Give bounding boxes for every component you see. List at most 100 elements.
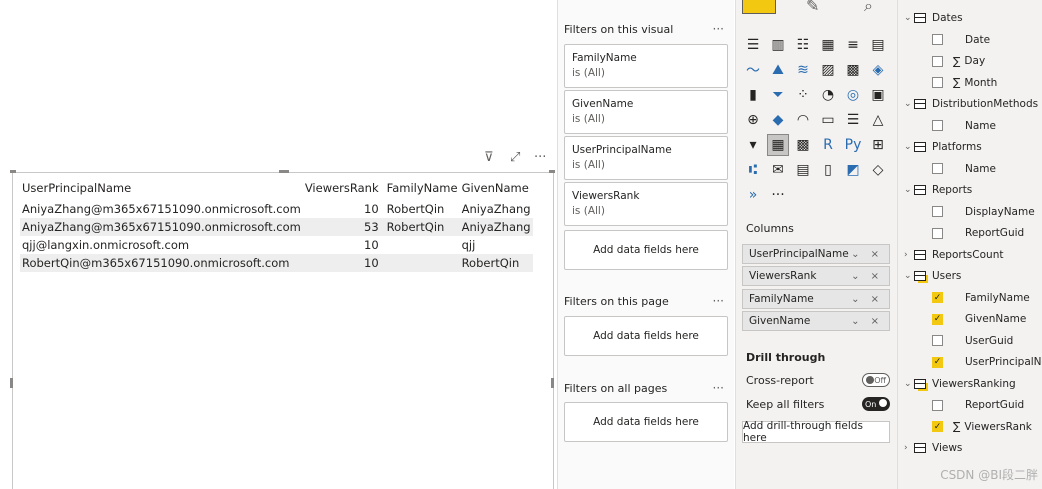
filter-icon[interactable]: ⊽ [484,150,494,165]
key-influencers-icon[interactable]: ⊞ [867,134,889,156]
filled-map-icon[interactable]: ◆ [767,109,789,131]
matrix-icon[interactable]: ▩ [792,134,814,156]
smart-narrative-icon[interactable]: ▤ [792,159,814,181]
resize-handle-right[interactable] [551,378,554,388]
chevron-right-icon[interactable]: › [904,250,914,260]
field-item[interactable]: UserGuid [932,332,1013,350]
field-item[interactable]: DisplayName [932,203,1035,221]
column-well-familyname[interactable]: FamilyName ⌄ × [742,289,890,309]
stacked-bar-chart-icon[interactable]: ☰ [742,34,764,56]
column-well-userprincipalname[interactable]: UserPrincipalName ⌄ × [742,244,890,264]
paginated-report-icon[interactable]: ▯ [817,159,839,181]
field-item[interactable]: ∑ Month [932,74,997,92]
python-visual-icon[interactable]: Py [842,134,864,156]
focus-mode-icon[interactable]: ⤢ [510,150,520,165]
resize-handle-left[interactable] [10,378,13,388]
waterfall-chart-icon[interactable]: ▮ [742,84,764,106]
chevron-down-icon[interactable]: ⌄ [904,99,914,109]
more-options-icon[interactable]: ··· [713,294,724,308]
field-table-row[interactable]: ⌄ Dates [904,9,963,27]
line-chart-icon[interactable]: 〜 [742,59,764,81]
field-checkbox[interactable]: ✓ [932,356,943,368]
scatter-chart-icon[interactable]: ⁘ [792,84,814,106]
field-checkbox[interactable]: ✓ [932,292,943,303]
field-item[interactable]: ✓ ∑ ViewersRank [932,418,1032,436]
slicer-icon[interactable]: ▾ [742,134,764,156]
table-row[interactable]: RobertQin@m365x67151090.onmicrosoft.com … [20,254,533,272]
funnel-chart-icon[interactable]: ⏷ [767,84,789,106]
stacked-area-chart-icon[interactable]: ≋ [792,59,814,81]
more-options-icon[interactable]: ··· [713,381,724,395]
field-item[interactable]: ReportGuid [932,396,1024,414]
add-visual-filter-drop[interactable]: Add data fields here [564,230,728,270]
clustered-column-chart-icon[interactable]: ▦ [817,34,839,56]
line-clustered-column-chart-icon[interactable]: ▩ [842,59,864,81]
r-visual-icon[interactable]: R [817,134,839,156]
field-item[interactable]: Name [932,117,996,135]
field-checkbox[interactable] [932,55,943,67]
column-well-givenname[interactable]: GivenName ⌄ × [742,311,890,331]
format-visual-icon[interactable]: ✎ [806,0,819,15]
field-checkbox[interactable] [932,206,943,217]
add-page-filter-drop[interactable]: Add data fields here [564,316,728,356]
field-table-row[interactable]: ⌄ Reports [904,181,972,199]
field-checkbox[interactable]: ✓ [932,421,943,432]
field-item[interactable]: ✓ UserPrincipalNa... [932,353,1042,371]
chevron-down-icon[interactable]: ⌄ [904,13,914,23]
clustered-bar-chart-icon[interactable]: ☷ [792,34,814,56]
line-column-chart-icon[interactable]: ▨ [817,59,839,81]
well-controls[interactable]: ⌄ × [851,316,883,327]
filter-card-userprincipalname[interactable]: UserPrincipalName is (All) [564,136,728,180]
filter-card-viewersrank[interactable]: ViewersRank is (All) [564,182,728,226]
field-checkbox[interactable] [932,163,943,174]
table-row[interactable]: AniyaZhang@m365x67151090.onmicrosoft.com… [20,200,533,218]
chevron-down-icon[interactable]: ⌄ [904,185,914,195]
100-stacked-bar-chart-icon[interactable]: ≡ [842,34,864,56]
resize-handle-top-right[interactable] [549,170,555,173]
field-checkbox[interactable] [932,399,943,411]
field-item[interactable]: ∑ Day [932,52,985,70]
field-checkbox[interactable] [932,77,943,88]
chevron-right-icon[interactable]: › [904,443,914,453]
cross-report-toggle[interactable]: Off [862,373,890,387]
power-apps-icon[interactable]: ◩ [842,159,864,181]
multi-row-card-icon[interactable]: ☰ [842,109,864,131]
stacked-column-chart-icon[interactable]: ▥ [767,34,789,56]
power-automate-icon[interactable]: ◇ [867,159,889,181]
column-header[interactable]: ViewersRank [303,176,381,200]
table-row[interactable]: AniyaZhang@m365x67151090.onmicrosoft.com… [20,218,533,236]
100-stacked-column-chart-icon[interactable]: ▤ [867,34,889,56]
ribbon-chart-icon[interactable]: ◈ [867,59,889,81]
table-row[interactable]: qjj@langxin.onmicrosoft.com 10 qjj [20,236,533,254]
kpi-icon[interactable]: △ [867,109,889,131]
field-item[interactable]: ✓ FamilyName [932,289,1030,307]
field-checkbox[interactable] [932,335,943,346]
add-drill-through-drop[interactable]: Add drill-through fields here [742,420,890,444]
chevron-down-icon[interactable]: ⌄ [904,271,914,281]
get-more-visuals-icon[interactable]: » [742,184,764,206]
add-all-pages-filter-drop[interactable]: Add data fields here [564,402,728,442]
field-item[interactable]: Name [932,160,996,178]
qa-visual-icon[interactable]: ✉ [767,159,789,181]
analytics-icon[interactable]: ⌕ [864,0,873,15]
chevron-down-icon[interactable]: ⌄ [904,142,914,152]
column-header[interactable]: UserPrincipalName [20,176,303,200]
field-checkbox[interactable] [932,120,943,131]
field-table-row[interactable]: ⌄ Platforms [904,138,982,156]
well-controls[interactable]: ⌄ × [851,271,883,282]
gauge-icon[interactable]: ◠ [792,109,814,131]
donut-chart-icon[interactable]: ◎ [842,84,864,106]
decomposition-tree-icon[interactable]: ⑆ [742,159,764,181]
build-visual-tab[interactable] [742,0,776,14]
keep-filters-toggle[interactable]: On [862,397,890,411]
chevron-down-icon[interactable]: ⌄ [904,379,914,389]
more-options-icon[interactable]: ··· [713,22,724,36]
field-table-row[interactable]: ⌄ ViewersRanking [904,375,1016,393]
resize-handle-top[interactable] [279,170,289,173]
field-item[interactable]: ReportGuid [932,224,1024,242]
column-header[interactable]: GivenName [460,176,533,200]
field-checkbox[interactable] [932,227,943,239]
pie-chart-icon[interactable]: ◔ [817,84,839,106]
resize-handle-top-left[interactable] [10,170,16,173]
treemap-icon[interactable]: ▣ [867,84,889,106]
